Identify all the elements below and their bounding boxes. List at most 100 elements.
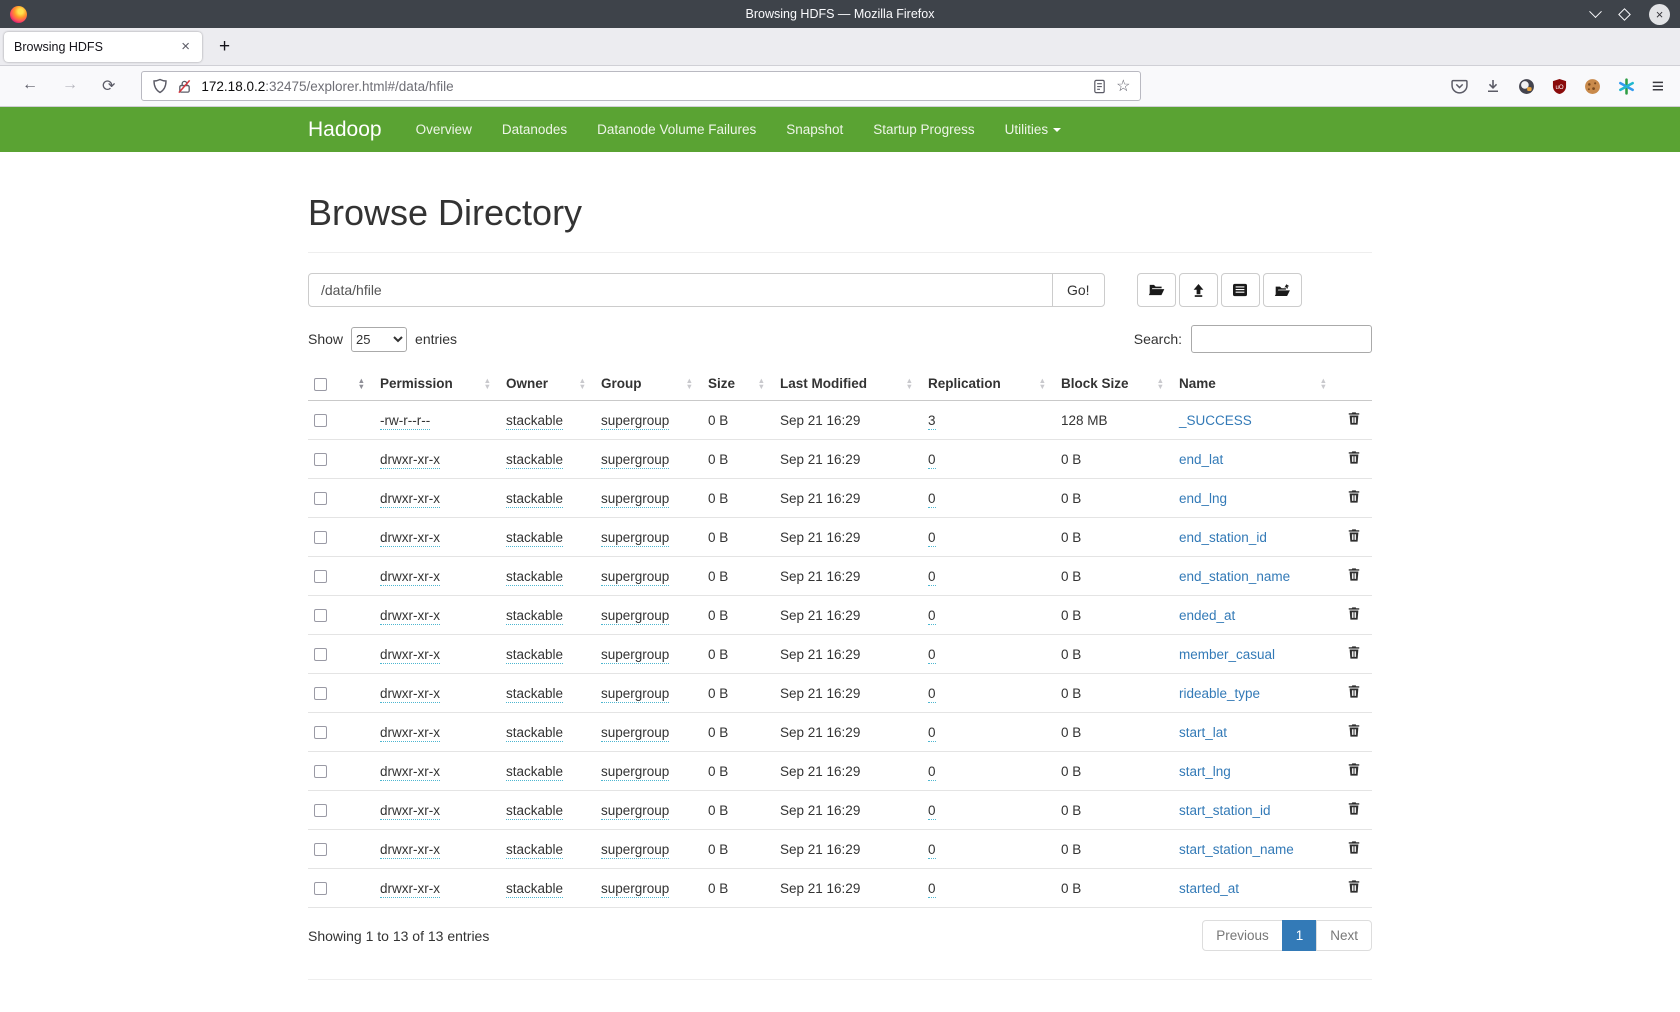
url-text[interactable]: 172.18.0.2:32475/explorer.html#/data/hfi… (201, 79, 1083, 94)
asterisk-extension-icon[interactable] (1618, 78, 1635, 95)
page-size-select[interactable]: 25 (351, 327, 407, 352)
file-name-link[interactable]: end_station_id (1179, 530, 1267, 545)
delete-trash-icon[interactable] (1347, 804, 1361, 819)
move-to-folder-button[interactable] (1263, 273, 1302, 307)
file-table-body: -rw-r--r-- stackable supergroup 0 B Sep … (308, 401, 1372, 908)
size-value: 0 B (702, 869, 774, 908)
pocket-icon[interactable] (1451, 78, 1468, 95)
divider (308, 252, 1372, 253)
column-header-name[interactable]: Name▲▼ (1173, 367, 1336, 401)
upload-files-button[interactable] (1179, 273, 1218, 307)
window-maximize-icon[interactable] (1618, 8, 1631, 21)
url-bar[interactable]: 172.18.0.2:32475/explorer.html#/data/hfi… (141, 71, 1141, 101)
row-checkbox[interactable] (314, 492, 327, 505)
go-button[interactable]: Go! (1052, 273, 1105, 307)
insecure-lock-icon[interactable] (177, 79, 192, 94)
delete-trash-icon[interactable] (1347, 843, 1361, 858)
file-name-link[interactable]: end_lng (1179, 491, 1227, 506)
row-checkbox[interactable] (314, 609, 327, 622)
ublock-origin-icon[interactable]: uO (1552, 79, 1567, 94)
file-name-link[interactable]: end_station_name (1179, 569, 1290, 584)
row-checkbox[interactable] (314, 804, 327, 817)
column-header-last-modified[interactable]: Last Modified▲▼ (774, 367, 922, 401)
menu-icon[interactable]: ≡ (1652, 76, 1664, 97)
delete-trash-icon[interactable] (1347, 531, 1361, 546)
row-checkbox[interactable] (314, 453, 327, 466)
file-name-link[interactable]: member_casual (1179, 647, 1275, 662)
sort-icon: ▲▼ (686, 378, 693, 390)
new-tab-button[interactable]: + (219, 36, 230, 58)
column-header-permission[interactable]: Permission▲▼ (374, 367, 500, 401)
window-close-button[interactable]: × (1649, 4, 1670, 25)
reload-button[interactable]: ⟳ (102, 76, 115, 96)
permission-value: drwxr-xr-x (380, 842, 440, 859)
row-checkbox[interactable] (314, 765, 327, 778)
delete-trash-icon[interactable] (1347, 765, 1361, 780)
file-name-link[interactable]: end_lat (1179, 452, 1223, 467)
file-name-link[interactable]: start_station_id (1179, 803, 1271, 818)
select-all-checkbox[interactable] (314, 378, 327, 391)
row-checkbox[interactable] (314, 531, 327, 544)
delete-trash-icon[interactable] (1347, 648, 1361, 663)
forward-button[interactable]: → (62, 76, 78, 96)
directory-path-input[interactable] (308, 273, 1053, 307)
delete-trash-icon[interactable] (1347, 609, 1361, 624)
row-checkbox[interactable] (314, 414, 327, 427)
delete-trash-icon[interactable] (1347, 570, 1361, 585)
cookie-extension-icon[interactable] (1584, 78, 1601, 95)
tab-close-icon[interactable]: × (179, 38, 192, 55)
file-name-link[interactable]: started_at (1179, 881, 1239, 896)
extension-account-icon[interactable] (1518, 78, 1535, 95)
delete-trash-icon[interactable] (1347, 687, 1361, 702)
show-label: Show (308, 331, 343, 347)
delete-trash-icon[interactable] (1347, 453, 1361, 468)
create-directory-button[interactable] (1137, 273, 1176, 307)
back-button[interactable]: ← (22, 76, 38, 96)
delete-trash-icon[interactable] (1347, 726, 1361, 741)
row-select-cell (308, 635, 374, 674)
column-header-group[interactable]: Group▲▼ (595, 367, 702, 401)
delete-trash-icon[interactable] (1347, 492, 1361, 507)
file-name-link[interactable]: start_station_name (1179, 842, 1294, 857)
file-name-link[interactable]: start_lng (1179, 764, 1231, 779)
nav-item-startup-progress[interactable]: Startup Progress (873, 122, 974, 137)
file-name-link[interactable]: _SUCCESS (1179, 413, 1252, 428)
search-input[interactable] (1191, 325, 1372, 353)
nav-item-snapshot[interactable]: Snapshot (786, 122, 843, 137)
row-checkbox[interactable] (314, 570, 327, 583)
column-header-size[interactable]: Size▲▼ (702, 367, 774, 401)
delete-trash-icon[interactable] (1347, 882, 1361, 897)
permission-value: drwxr-xr-x (380, 881, 440, 898)
downloads-icon[interactable] (1485, 78, 1501, 94)
nav-item-datanode-volume-failures[interactable]: Datanode Volume Failures (597, 122, 756, 137)
window-minimize-icon[interactable] (1589, 5, 1602, 18)
table-row: drwxr-xr-x stackable supergroup 0 B Sep … (308, 791, 1372, 830)
next-page-button[interactable]: Next (1316, 920, 1372, 951)
file-name-link[interactable]: rideable_type (1179, 686, 1260, 701)
nav-item-overview[interactable]: Overview (416, 122, 472, 137)
nav-item-utilities[interactable]: Utilities (1005, 122, 1062, 137)
row-checkbox[interactable] (314, 882, 327, 895)
bookmark-star-icon[interactable]: ☆ (1116, 76, 1130, 96)
delete-trash-icon[interactable] (1347, 414, 1361, 429)
row-checkbox[interactable] (314, 648, 327, 661)
page-number-button[interactable]: 1 (1282, 920, 1318, 951)
row-checkbox[interactable] (314, 843, 327, 856)
hadoop-brand[interactable]: Hadoop (308, 118, 382, 142)
cut-paste-button[interactable] (1221, 273, 1260, 307)
file-name-link[interactable]: start_lat (1179, 725, 1227, 740)
shield-icon[interactable] (152, 78, 168, 94)
column-header-replication[interactable]: Replication▲▼ (922, 367, 1055, 401)
hadoop-navbar: Hadoop Overview Datanodes Datanode Volum… (0, 107, 1680, 152)
previous-page-button[interactable]: Previous (1202, 920, 1283, 951)
column-header-select[interactable]: ▲▼ (308, 367, 374, 401)
row-checkbox[interactable] (314, 687, 327, 700)
column-header-owner[interactable]: Owner▲▼ (500, 367, 595, 401)
row-checkbox[interactable] (314, 726, 327, 739)
reader-view-icon[interactable] (1092, 79, 1107, 94)
browser-tab[interactable]: Browsing HDFS × (4, 32, 202, 62)
row-select-cell (308, 440, 374, 479)
file-name-link[interactable]: ended_at (1179, 608, 1235, 623)
nav-item-datanodes[interactable]: Datanodes (502, 122, 567, 137)
column-header-block-size[interactable]: Block Size▲▼ (1055, 367, 1173, 401)
